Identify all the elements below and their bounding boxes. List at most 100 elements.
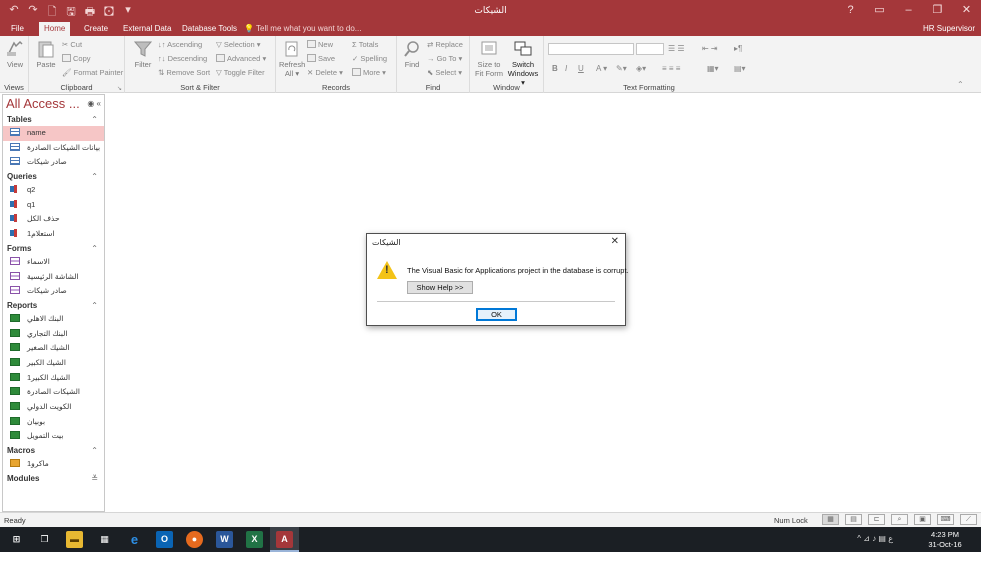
remove-sort-button[interactable]: ⇅ Remove Sort xyxy=(158,67,210,79)
store-icon[interactable]: ▦ xyxy=(96,531,113,548)
nav-menu-icon[interactable]: ◉ xyxy=(87,99,94,108)
shutter-bar-icon[interactable]: « xyxy=(97,99,101,108)
volume-icon[interactable]: ♪ xyxy=(872,534,876,543)
tab-external-data[interactable]: External Data xyxy=(118,22,176,36)
selection-button[interactable]: ▽ Selection ▾ xyxy=(216,39,261,51)
nav-item-query[interactable]: حذف الكل xyxy=(3,212,104,227)
paste-button[interactable]: Paste xyxy=(34,40,58,69)
descending-button[interactable]: ↑↓ Descending xyxy=(158,53,207,65)
clock-date[interactable]: 31-Oct-16 xyxy=(925,540,965,549)
datasheet-view-icon[interactable]: ▤ xyxy=(845,514,862,525)
network-icon[interactable]: ⊿ xyxy=(863,534,870,543)
align-icons[interactable]: ≡ ≡ ≡ xyxy=(662,63,680,75)
bullets-icon[interactable]: ☰ ☰ xyxy=(668,43,685,55)
nav-item-report[interactable]: الشيكات الصادرة xyxy=(3,385,104,400)
excel-icon[interactable]: X xyxy=(246,531,263,548)
nav-item-query[interactable]: q1 xyxy=(3,198,104,213)
nav-item-report[interactable]: الكويت الدولي xyxy=(3,400,104,415)
new-record-button[interactable]: New xyxy=(307,39,333,51)
highlight-icon[interactable]: ✎▾ xyxy=(616,63,627,75)
format-painter-button[interactable]: 🖌 Format Painter xyxy=(62,67,123,79)
nav-item-report[interactable]: الشيك الكبير xyxy=(3,356,104,371)
clock-time[interactable]: 4:23 PM xyxy=(925,530,965,539)
tray-icons[interactable]: ^ ⊿ ♪ ▤ ع xyxy=(857,534,893,543)
nav-item-table[interactable]: name xyxy=(3,126,104,141)
nav-item-query[interactable]: q2 xyxy=(3,183,104,198)
nav-item-report[interactable]: بوبيان xyxy=(3,415,104,430)
nav-item-form[interactable]: صادر شيكات xyxy=(3,284,104,299)
nav-item-report[interactable]: البنك التجاري xyxy=(3,327,104,342)
edge-browser-icon[interactable]: e xyxy=(126,531,143,548)
tab-database-tools[interactable]: Database Tools xyxy=(177,22,242,36)
show-help-button[interactable]: Show Help >> xyxy=(407,281,473,294)
nav-section-queries[interactable]: Queries ⌃ xyxy=(3,170,104,183)
fill-color-icon[interactable]: ◈▾ xyxy=(636,63,646,75)
ascending-button[interactable]: ↓↑ Ascending xyxy=(158,39,202,51)
nav-item-report[interactable]: الشيك الصغير xyxy=(3,341,104,356)
clipboard-launcher-icon[interactable]: ↘ xyxy=(117,85,122,92)
font-name-combobox[interactable] xyxy=(548,43,634,55)
totals-button[interactable]: Σ Totals xyxy=(352,39,378,51)
tab-create[interactable]: Create xyxy=(79,22,113,36)
chevron-up-icon[interactable]: ^ xyxy=(857,534,861,543)
pivot-view-icon[interactable]: ⟋ xyxy=(960,514,977,525)
tab-home[interactable]: Home xyxy=(39,22,71,36)
firefox-icon[interactable]: ● xyxy=(186,531,203,548)
layout-view-icon[interactable]: ⊏ xyxy=(868,514,885,525)
nav-item-query[interactable]: استعلام1 xyxy=(3,227,104,242)
chevron-up-icon[interactable]: ⌃ xyxy=(91,113,98,126)
find-button[interactable]: Find xyxy=(400,40,424,69)
nav-section-modules[interactable]: Modules ≚ xyxy=(3,472,104,485)
access-icon[interactable]: A xyxy=(276,531,293,548)
paragraph-direction-icon[interactable]: ▸¶ xyxy=(734,43,742,55)
user-name[interactable]: HR Supervisor xyxy=(923,22,975,36)
chevron-up-icon[interactable]: ⌃ xyxy=(91,170,98,183)
notifications-icon[interactable]: ▤ xyxy=(878,534,886,543)
input-language[interactable]: ع xyxy=(888,534,893,543)
nav-item-table[interactable]: صادر شيكات xyxy=(3,155,104,170)
spelling-button[interactable]: ✓ Spelling xyxy=(352,53,387,65)
bold-button[interactable]: B xyxy=(552,63,558,75)
nav-item-macro[interactable]: ماكرو1 xyxy=(3,457,104,472)
form-view-icon[interactable]: ▦ xyxy=(822,514,839,525)
nav-section-macros[interactable]: Macros ⌃ xyxy=(3,444,104,457)
save-record-button[interactable]: Save xyxy=(307,53,335,65)
refresh-all-button[interactable]: Refresh All ▾ xyxy=(279,40,305,78)
ribbon-display-options-icon[interactable]: ▭ xyxy=(865,0,894,21)
goto-button[interactable]: → Go To ▾ xyxy=(427,53,462,65)
nav-item-form[interactable]: الاسماء xyxy=(3,255,104,270)
tell-me-box[interactable]: 💡 Tell me what you want to do... xyxy=(244,22,361,36)
nav-item-table[interactable]: بيانات الشيكات الصادرة xyxy=(3,141,104,156)
gridlines-icon[interactable]: ▤▾ xyxy=(734,63,746,75)
nav-title[interactable]: All Access ... xyxy=(6,96,80,111)
close-button[interactable]: ✕ xyxy=(952,0,981,21)
cut-button[interactable]: ✂ Cut xyxy=(62,39,82,51)
sql-view-icon[interactable]: ⌨ xyxy=(937,514,954,525)
size-to-fit-form-button[interactable]: Size to Fit Form xyxy=(474,40,504,78)
dialog-close-button[interactable]: ✕ xyxy=(611,236,619,247)
advanced-button[interactable]: Advanced ▾ xyxy=(216,53,266,65)
alternate-row-color-icon[interactable]: ▦▾ xyxy=(707,63,719,75)
underline-button[interactable]: U xyxy=(578,63,584,75)
collapse-ribbon-icon[interactable]: ⌃ xyxy=(957,79,964,91)
nav-section-reports[interactable]: Reports ⌃ xyxy=(3,299,104,312)
file-explorer-icon[interactable]: ▬ xyxy=(66,531,83,548)
delete-record-button[interactable]: ✕ Delete ▾ xyxy=(307,67,343,79)
copy-button[interactable]: Copy xyxy=(62,53,91,65)
tab-file[interactable]: File xyxy=(6,22,29,36)
indent-icon[interactable]: ⇤ ⇥ xyxy=(702,43,718,55)
font-color-button[interactable]: A ▾ xyxy=(596,63,607,75)
replace-button[interactable]: ⇄ Replace xyxy=(427,39,463,51)
toggle-filter-button[interactable]: ▽ Toggle Filter xyxy=(216,67,265,79)
italic-button[interactable]: I xyxy=(565,63,567,75)
print-preview-icon[interactable]: ⌕ xyxy=(891,514,908,525)
task-view-icon[interactable]: ❐ xyxy=(36,531,53,548)
more-button[interactable]: More ▾ xyxy=(352,67,386,79)
chevron-up-icon[interactable]: ⌃ xyxy=(91,299,98,312)
ok-button[interactable]: OK xyxy=(476,308,517,321)
word-icon[interactable]: W xyxy=(216,531,233,548)
nav-section-forms[interactable]: Forms ⌃ xyxy=(3,242,104,255)
filter-button[interactable]: Filter xyxy=(131,40,155,69)
font-size-combobox[interactable] xyxy=(636,43,664,55)
outlook-icon[interactable]: O xyxy=(156,531,173,548)
